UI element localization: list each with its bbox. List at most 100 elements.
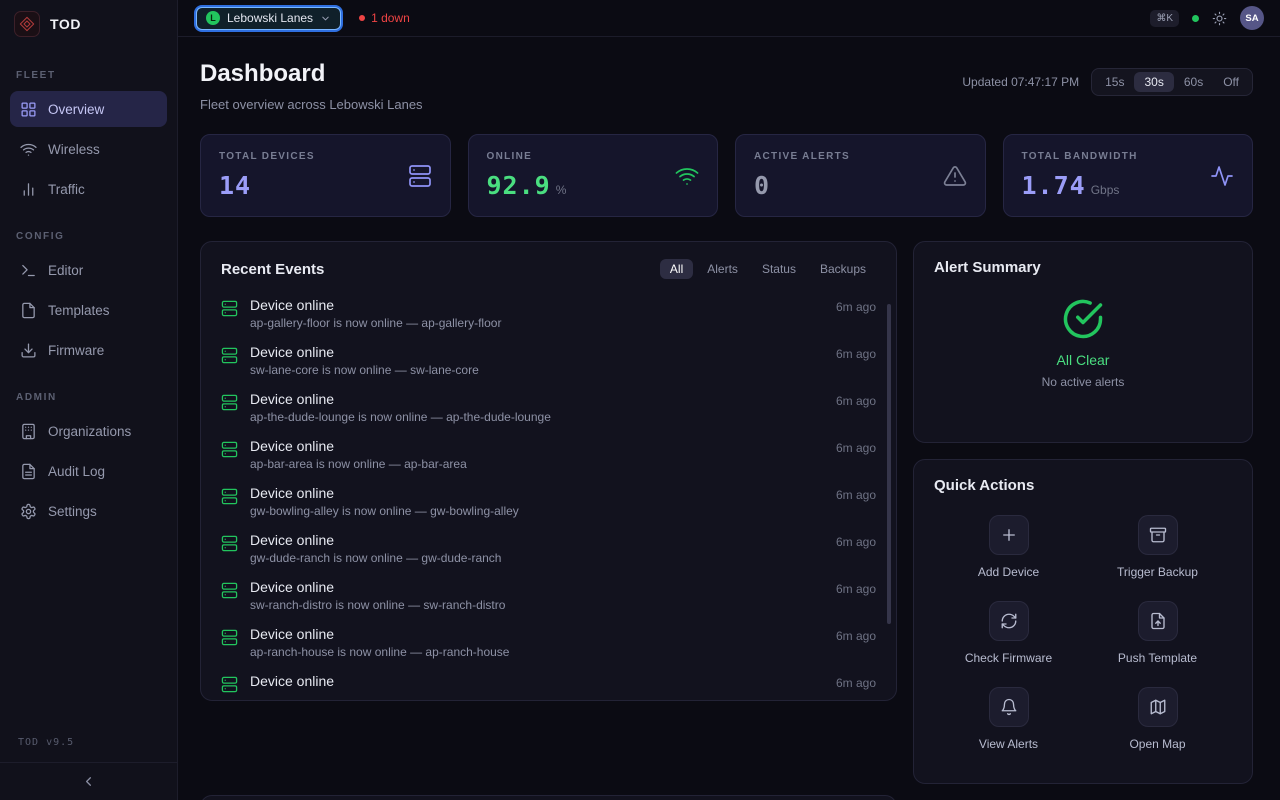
- file-icon: [20, 302, 37, 319]
- event-row[interactable]: Device online sw-ranch-distro is now onl…: [221, 572, 876, 619]
- event-detail: ap-ranch-house is now online — ap-ranch-…: [250, 645, 824, 659]
- stat-label: TOTAL BANDWIDTH: [1022, 151, 1138, 162]
- gear-icon: [20, 503, 37, 520]
- event-row[interactable]: Device online ap-bar-area is now online …: [221, 431, 876, 478]
- sun-icon: [1212, 11, 1227, 26]
- stat-value: 0: [754, 171, 770, 200]
- alert-status: All Clear: [1057, 352, 1110, 368]
- server-icon: [221, 629, 238, 659]
- stat-active-alerts: ACTIVE ALERTS 0: [735, 134, 986, 217]
- panel-title: Quick Actions: [934, 477, 1034, 494]
- event-time: 6m ago: [836, 394, 876, 424]
- sidebar-item-wireless[interactable]: Wireless: [10, 131, 167, 167]
- sidebar-collapse-button[interactable]: [0, 762, 177, 800]
- sidebar-item-templates[interactable]: Templates: [10, 292, 167, 328]
- sidebar-item-label: Settings: [48, 504, 97, 519]
- refresh-interval-control: 15s 30s 60s Off: [1091, 68, 1253, 96]
- filter-all[interactable]: All: [660, 259, 693, 279]
- event-time: 6m ago: [836, 535, 876, 565]
- building-icon: [20, 423, 37, 440]
- stat-value: 92.9: [487, 171, 551, 200]
- chevron-left-icon: [81, 774, 96, 789]
- push-template-button[interactable]: Push Template: [1083, 601, 1232, 665]
- filter-alerts[interactable]: Alerts: [697, 259, 748, 279]
- sidebar-item-audit-log[interactable]: Audit Log: [10, 453, 167, 489]
- interval-30s[interactable]: 30s: [1134, 72, 1173, 92]
- app-logo-icon: [14, 11, 40, 37]
- section-label-fleet: FLEET: [16, 70, 161, 81]
- org-selector[interactable]: L Lebowski Lanes: [196, 7, 341, 30]
- file-text-icon: [20, 463, 37, 480]
- wifi-icon: [675, 164, 699, 188]
- event-time: 6m ago: [836, 300, 876, 330]
- view-alerts-button[interactable]: View Alerts: [934, 687, 1083, 751]
- topbar: L Lebowski Lanes 1 down ⌘K SA: [178, 0, 1280, 37]
- command-palette-shortcut[interactable]: ⌘K: [1150, 10, 1179, 27]
- section-label-config: CONFIG: [16, 231, 161, 242]
- sidebar-item-settings[interactable]: Settings: [10, 493, 167, 529]
- sidebar-item-traffic[interactable]: Traffic: [10, 171, 167, 207]
- server-icon: [221, 441, 238, 471]
- event-title: Device online: [250, 579, 824, 595]
- page-subtitle: Fleet overview across Lebowski Lanes: [200, 97, 423, 112]
- events-scrollbar[interactable]: [887, 304, 891, 624]
- grid-icon: [20, 101, 37, 118]
- event-row[interactable]: Device online gw-dude-ranch is now onlin…: [221, 525, 876, 572]
- alert-summary-panel: Alert Summary All Clear No active alerts: [913, 241, 1253, 443]
- bell-icon: [989, 687, 1029, 727]
- trigger-backup-button[interactable]: Trigger Backup: [1083, 515, 1232, 579]
- check-firmware-button[interactable]: Check Firmware: [934, 601, 1083, 665]
- filter-status[interactable]: Status: [752, 259, 806, 279]
- event-row[interactable]: Device online ap-gallery-floor is now on…: [221, 290, 876, 337]
- interval-60s[interactable]: 60s: [1174, 72, 1213, 92]
- download-icon: [20, 342, 37, 359]
- stat-unit: %: [556, 183, 567, 197]
- dashboard-panels: Recent Events All Alerts Status Backups: [200, 241, 1253, 800]
- server-icon: [221, 300, 238, 330]
- event-time: 6m ago: [836, 347, 876, 377]
- event-row[interactable]: Device online 6m ago: [221, 666, 876, 700]
- event-time: 6m ago: [836, 582, 876, 612]
- sidebar-item-firmware[interactable]: Firmware: [10, 332, 167, 368]
- server-icon: [408, 164, 432, 188]
- sidebar-item-editor[interactable]: Editor: [10, 252, 167, 288]
- event-row[interactable]: Device online gw-bowling-alley is now on…: [221, 478, 876, 525]
- event-row[interactable]: Device online ap-the-dude-lounge is now …: [221, 384, 876, 431]
- event-row[interactable]: Device online sw-lane-core is now online…: [221, 337, 876, 384]
- down-dot-icon: [359, 15, 365, 21]
- interval-off[interactable]: Off: [1213, 72, 1249, 92]
- page-header-right: Updated 07:47:17 PM 15s 30s 60s Off: [962, 68, 1253, 96]
- interval-15s[interactable]: 15s: [1095, 72, 1134, 92]
- sidebar-item-overview[interactable]: Overview: [10, 91, 167, 127]
- page-header: Dashboard Fleet overview across Lebowski…: [200, 60, 1253, 112]
- add-device-button[interactable]: Add Device: [934, 515, 1083, 579]
- filter-backups[interactable]: Backups: [810, 259, 876, 279]
- server-icon: [221, 347, 238, 377]
- action-label: Add Device: [978, 565, 1039, 579]
- event-title: Device online: [250, 297, 824, 313]
- app-version: TOD v9.5: [0, 737, 177, 762]
- event-row[interactable]: Device online ap-ranch-house is now onli…: [221, 619, 876, 666]
- server-icon: [221, 535, 238, 565]
- sidebar-item-label: Editor: [48, 263, 83, 278]
- server-icon: [221, 676, 238, 693]
- stat-online: ONLINE 92.9%: [468, 134, 719, 217]
- devices-down-badge[interactable]: 1 down: [359, 11, 410, 25]
- sidebar-item-organizations[interactable]: Organizations: [10, 413, 167, 449]
- theme-toggle-button[interactable]: [1212, 11, 1227, 26]
- sidebar-footer: TOD v9.5: [0, 737, 177, 800]
- page-header-left: Dashboard Fleet overview across Lebowski…: [200, 60, 423, 112]
- user-avatar[interactable]: SA: [1240, 6, 1264, 30]
- terminal-icon: [20, 262, 37, 279]
- action-label: Push Template: [1118, 651, 1197, 665]
- content: Dashboard Fleet overview across Lebowski…: [178, 37, 1280, 800]
- quick-actions-grid: Add Device Trigger Backup Check Firmware: [914, 503, 1252, 751]
- sidebar-item-label: Traffic: [48, 182, 85, 197]
- server-icon: [221, 582, 238, 612]
- down-count: 1 down: [371, 11, 410, 25]
- event-title: Device online: [250, 673, 824, 689]
- alert-detail: No active alerts: [1042, 375, 1125, 389]
- open-map-button[interactable]: Open Map: [1083, 687, 1232, 751]
- events-list: Device online ap-gallery-floor is now on…: [201, 288, 896, 700]
- event-title: Device online: [250, 344, 824, 360]
